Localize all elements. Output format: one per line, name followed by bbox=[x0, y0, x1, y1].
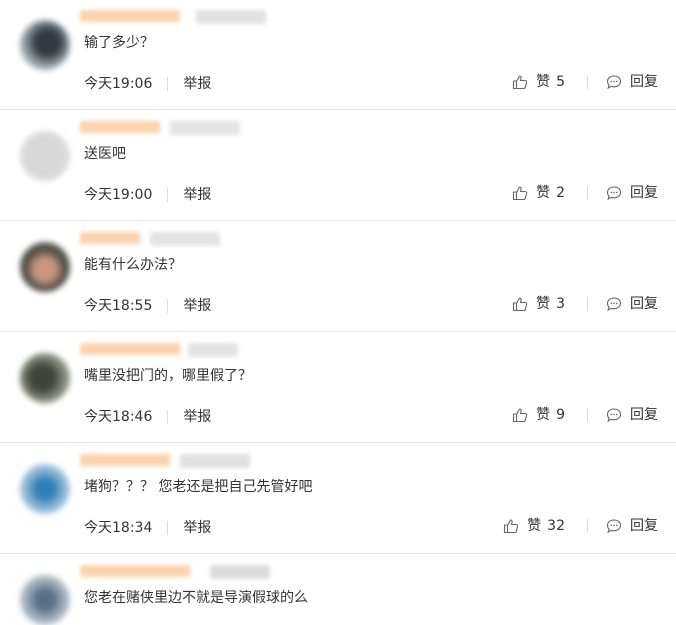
avatar[interactable] bbox=[20, 353, 70, 403]
like-count: 3 bbox=[556, 296, 565, 312]
comment-bubble-icon bbox=[606, 75, 622, 90]
reply-label: 回复 bbox=[630, 296, 658, 312]
report-button[interactable]: 举报 bbox=[183, 518, 211, 538]
comment-bubble-icon bbox=[606, 186, 622, 201]
report-button[interactable]: 举报 bbox=[183, 296, 211, 316]
user-badge bbox=[170, 121, 240, 135]
thumbs-up-icon bbox=[513, 408, 528, 423]
divider bbox=[167, 410, 169, 424]
divider bbox=[587, 75, 588, 89]
comment-text: 堵狗？？？ 您老还是把自己先管好吧 bbox=[84, 479, 313, 495]
comment-item: 送医吧 今天19:00 举报 赞 2 回复 bbox=[0, 111, 676, 221]
comment-time: 今天19:06 bbox=[84, 76, 153, 92]
comment-actions: 赞 3 回复 bbox=[512, 294, 658, 314]
comment-text: 送医吧 bbox=[84, 146, 126, 162]
comment-meta: 今天18:34 举报 bbox=[84, 518, 211, 538]
reply-label: 回复 bbox=[630, 74, 658, 90]
like-label: 赞 bbox=[527, 518, 542, 534]
reply-button[interactable]: 回复 bbox=[606, 183, 658, 203]
divider bbox=[167, 299, 169, 313]
like-button[interactable]: 赞 3 bbox=[512, 294, 565, 314]
reply-button[interactable]: 回复 bbox=[606, 72, 658, 92]
report-button[interactable]: 举报 bbox=[183, 185, 211, 205]
comment-time: 今天18:46 bbox=[84, 409, 153, 425]
comment-meta: 今天18:46 举报 bbox=[84, 407, 211, 427]
username[interactable] bbox=[80, 454, 170, 466]
reply-label: 回复 bbox=[630, 518, 658, 534]
avatar[interactable] bbox=[20, 20, 70, 70]
avatar[interactable] bbox=[20, 131, 70, 181]
comment-item: 能有什么办法？ 今天18:55 举报 赞 3 回复 bbox=[0, 222, 676, 332]
user-badge bbox=[210, 565, 270, 579]
like-button[interactable]: 赞 9 bbox=[512, 405, 565, 425]
like-count: 2 bbox=[556, 185, 565, 201]
comment-bubble-icon bbox=[606, 519, 622, 534]
user-badge bbox=[196, 10, 266, 24]
reply-button[interactable]: 回复 bbox=[606, 294, 658, 314]
like-button[interactable]: 赞 2 bbox=[512, 183, 565, 203]
comment-bubble-icon bbox=[606, 408, 622, 423]
like-label: 赞 bbox=[536, 74, 551, 90]
like-label: 赞 bbox=[536, 296, 551, 312]
reply-button[interactable]: 回复 bbox=[606, 405, 658, 425]
comment-meta: 今天19:06 举报 bbox=[84, 74, 211, 94]
comment-meta: 今天19:00 举报 bbox=[84, 185, 211, 205]
user-badge bbox=[150, 232, 220, 246]
comment-time: 今天19:00 bbox=[84, 187, 153, 203]
avatar[interactable] bbox=[20, 464, 70, 514]
thumbs-up-icon bbox=[513, 75, 528, 90]
reply-label: 回复 bbox=[630, 185, 658, 201]
like-label: 赞 bbox=[536, 185, 551, 201]
comment-item: 堵狗？？？ 您老还是把自己先管好吧 今天18:34 举报 赞 32 回复 bbox=[0, 444, 676, 554]
report-button[interactable]: 举报 bbox=[183, 407, 211, 427]
comment-actions: 赞 5 回复 bbox=[512, 72, 658, 92]
reply-button[interactable]: 回复 bbox=[606, 516, 658, 536]
username[interactable] bbox=[80, 10, 180, 22]
divider bbox=[167, 77, 169, 91]
divider bbox=[167, 188, 169, 202]
username[interactable] bbox=[80, 565, 190, 577]
thumbs-up-icon bbox=[513, 186, 528, 201]
report-button[interactable]: 举报 bbox=[183, 74, 211, 94]
username[interactable] bbox=[80, 121, 160, 133]
comment-text: 输了多少？ bbox=[84, 35, 154, 51]
comment-item: 输了多少？ 今天19:06 举报 赞 5 回复 bbox=[0, 0, 676, 110]
comment-text: 您老在赌侠里边不就是导演假球的么 bbox=[84, 590, 308, 606]
like-button[interactable]: 赞 5 bbox=[512, 72, 565, 92]
divider bbox=[167, 521, 169, 535]
reply-label: 回复 bbox=[630, 407, 658, 423]
comment-bubble-icon bbox=[606, 297, 622, 312]
like-count: 9 bbox=[556, 407, 565, 423]
comment-meta: 今天18:55 举报 bbox=[84, 296, 211, 316]
username[interactable] bbox=[80, 343, 180, 355]
user-badge bbox=[188, 343, 238, 357]
username[interactable] bbox=[80, 232, 140, 244]
comment-actions: 赞 32 回复 bbox=[503, 516, 658, 536]
divider bbox=[587, 519, 588, 533]
comment-item: 嘴里没把门的，哪里假了？ 今天18:46 举报 赞 9 回复 bbox=[0, 333, 676, 443]
user-badge bbox=[180, 454, 250, 468]
comment-time: 今天18:34 bbox=[84, 520, 153, 536]
like-button[interactable]: 赞 32 bbox=[503, 516, 565, 536]
avatar[interactable] bbox=[20, 575, 70, 625]
comment-text: 能有什么办法？ bbox=[84, 257, 182, 273]
comment-text: 嘴里没把门的，哪里假了？ bbox=[84, 368, 252, 384]
comment-actions: 赞 2 回复 bbox=[512, 183, 658, 203]
like-label: 赞 bbox=[536, 407, 551, 423]
like-count: 5 bbox=[556, 74, 565, 90]
divider bbox=[587, 297, 588, 311]
thumbs-up-icon bbox=[504, 519, 519, 534]
divider bbox=[587, 186, 588, 200]
like-count: 32 bbox=[547, 518, 565, 534]
comment-item: 您老在赌侠里边不就是导演假球的么 bbox=[0, 555, 676, 625]
comment-time: 今天18:55 bbox=[84, 298, 153, 314]
divider bbox=[587, 408, 588, 422]
avatar[interactable] bbox=[20, 242, 70, 292]
thumbs-up-icon bbox=[513, 297, 528, 312]
comment-actions: 赞 9 回复 bbox=[512, 405, 658, 425]
